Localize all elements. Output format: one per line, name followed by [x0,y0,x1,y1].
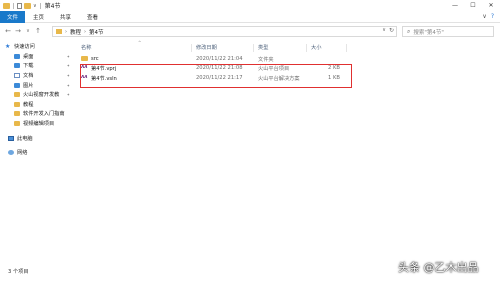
computer-icon [8,135,14,141]
sidebar-item-label: 桌面 [23,53,34,60]
sidebar-item-tutorial[interactable]: 教程 [0,100,72,110]
column-divider[interactable] [253,44,254,52]
breadcrumb-item-tutorial[interactable]: 教程 [70,28,81,36]
navigation-bar: ← → ∨ ↑ › 教程 › 第4节 ∨ ↻ ⌕ 搜索"第4节" [0,24,500,38]
folder-icon [14,92,20,98]
sidebar-item-label: 此电脑 [17,135,33,142]
column-divider[interactable] [306,44,307,52]
sidebar-item-label: 火山视窗开发教 [23,92,60,99]
pin-icon: ✦ [66,73,70,79]
close-button[interactable]: ✕ [482,0,500,11]
sidebar-item-video-project[interactable]: 视频编辑项目 [0,119,72,129]
ribbon-right-controls: ∨ ? [482,13,494,20]
column-divider[interactable] [191,44,192,52]
pin-icon: ✦ [66,53,70,59]
documents-icon [14,73,20,79]
sidebar-item-label: 快速访问 [14,44,35,51]
address-bar[interactable]: › 教程 › 第4节 ∨ ↻ [52,26,397,37]
recent-locations-button[interactable]: ∨ [23,28,33,34]
star-icon: ★ [5,43,11,51]
customize-qa-icon[interactable]: ∨ [33,3,37,9]
divider [39,2,41,9]
navigation-pane: ★ 快速访问 桌面 ✦ 下载 ✦ 文档 ✦ 图片 ✦ 火山视窗开发教 ✦ 教程 … [0,42,72,262]
item-count: 3 个项目 [8,269,29,275]
folder-icon [14,111,20,117]
watermark: 头条 @乙木出品 [398,261,479,274]
divider [13,2,14,9]
column-divider[interactable] [346,44,347,52]
column-header-name[interactable]: 名称 [81,44,91,51]
sidebar-item-label: 文档 [23,73,34,80]
sidebar-item-huoshan-tutorial[interactable]: 火山视窗开发教 ✦ [0,90,72,100]
file-name: src [91,56,99,62]
sidebar-item-quick-access[interactable]: ★ 快速访问 [0,42,72,52]
search-placeholder: 搜索"第4节" [413,29,444,36]
pin-icon: ✦ [66,92,70,98]
column-header-size[interactable]: 大小 [311,44,321,51]
breadcrumb-separator: › [84,28,87,35]
pin-icon: ✦ [66,63,70,69]
file-type: 文件夹 [258,57,274,63]
folder-icon [14,101,20,107]
minimize-button[interactable]: — [446,0,464,11]
tab-file[interactable]: 文件 [0,10,26,23]
sidebar-item-label: 图片 [23,82,34,89]
properties-icon[interactable] [17,2,22,9]
breadcrumb-item-section4[interactable]: 第4节 [89,28,104,36]
tab-view[interactable]: 查看 [79,11,106,23]
folder-icon [14,121,20,127]
search-box[interactable]: ⌕ 搜索"第4节" [402,26,494,37]
title-bar: ∨ 第4节 — ☐ ✕ [0,0,500,11]
folder-icon [56,29,62,34]
explorer-window: ∨ 第4节 — ☐ ✕ 文件 主页 共享 查看 ∨ ? ← → ∨ ↑ › 教程… [0,0,500,281]
column-header-type[interactable]: 类型 [258,44,268,51]
sidebar-item-pictures[interactable]: 图片 ✦ [0,80,72,90]
up-button[interactable]: ↑ [33,27,43,35]
tab-share[interactable]: 共享 [52,11,79,23]
sidebar-item-desktop[interactable]: 桌面 ✦ [0,52,72,62]
sidebar-item-downloads[interactable]: 下载 ✦ [0,61,72,71]
help-icon[interactable]: ? [491,13,494,20]
sidebar-item-label: 教程 [23,101,34,108]
folder-icon [81,56,88,61]
sort-ascending-icon: ^ [138,40,142,45]
annotation-highlight-box [80,64,352,88]
refresh-button[interactable]: ↻ [389,27,394,34]
sidebar-item-this-pc[interactable]: 此电脑 [0,133,72,143]
forward-button[interactable]: → [13,27,23,35]
window-controls: — ☐ ✕ [446,0,500,11]
download-icon [14,63,20,69]
tab-home[interactable]: 主页 [25,11,52,23]
window-title: 第4节 [44,3,61,10]
ribbon-tabs: 文件 主页 共享 查看 ∨ ? [0,10,500,23]
pin-icon: ✦ [66,82,70,88]
pictures-icon [14,82,20,88]
chevron-down-icon[interactable]: ∨ [482,13,486,20]
file-modified: 2020/11/22 21:04 [196,56,243,62]
desktop-icon [14,53,20,59]
search-icon: ⌕ [407,27,411,35]
sidebar-item-dev-guide[interactable]: 软件开发入门指南 [0,109,72,119]
address-bar-controls: ∨ ↻ [382,27,394,34]
sidebar-item-label: 软件开发入门指南 [23,111,65,118]
new-folder-icon[interactable] [24,2,31,9]
sidebar-item-label: 下载 [23,63,34,70]
breadcrumb-separator: › [65,28,67,35]
file-row-src[interactable]: src 2020/11/22 21:04 文件夹 [78,54,498,63]
back-button[interactable]: ← [3,27,13,35]
maximize-button[interactable]: ☐ [464,0,482,11]
folder-icon [3,2,10,9]
column-header-modified[interactable]: 修改日期 [196,44,217,51]
address-dropdown-button[interactable]: ∨ [382,27,386,34]
sidebar-item-label: 视频编辑项目 [23,121,55,128]
network-icon [8,150,14,156]
sidebar-item-documents[interactable]: 文档 ✦ [0,71,72,81]
sidebar-item-network[interactable]: 网络 [0,148,72,158]
sidebar-item-label: 网络 [17,150,28,157]
quick-access-toolbar: ∨ [0,2,42,9]
file-list-header: ^ 名称 修改日期 类型 大小 [78,40,498,54]
